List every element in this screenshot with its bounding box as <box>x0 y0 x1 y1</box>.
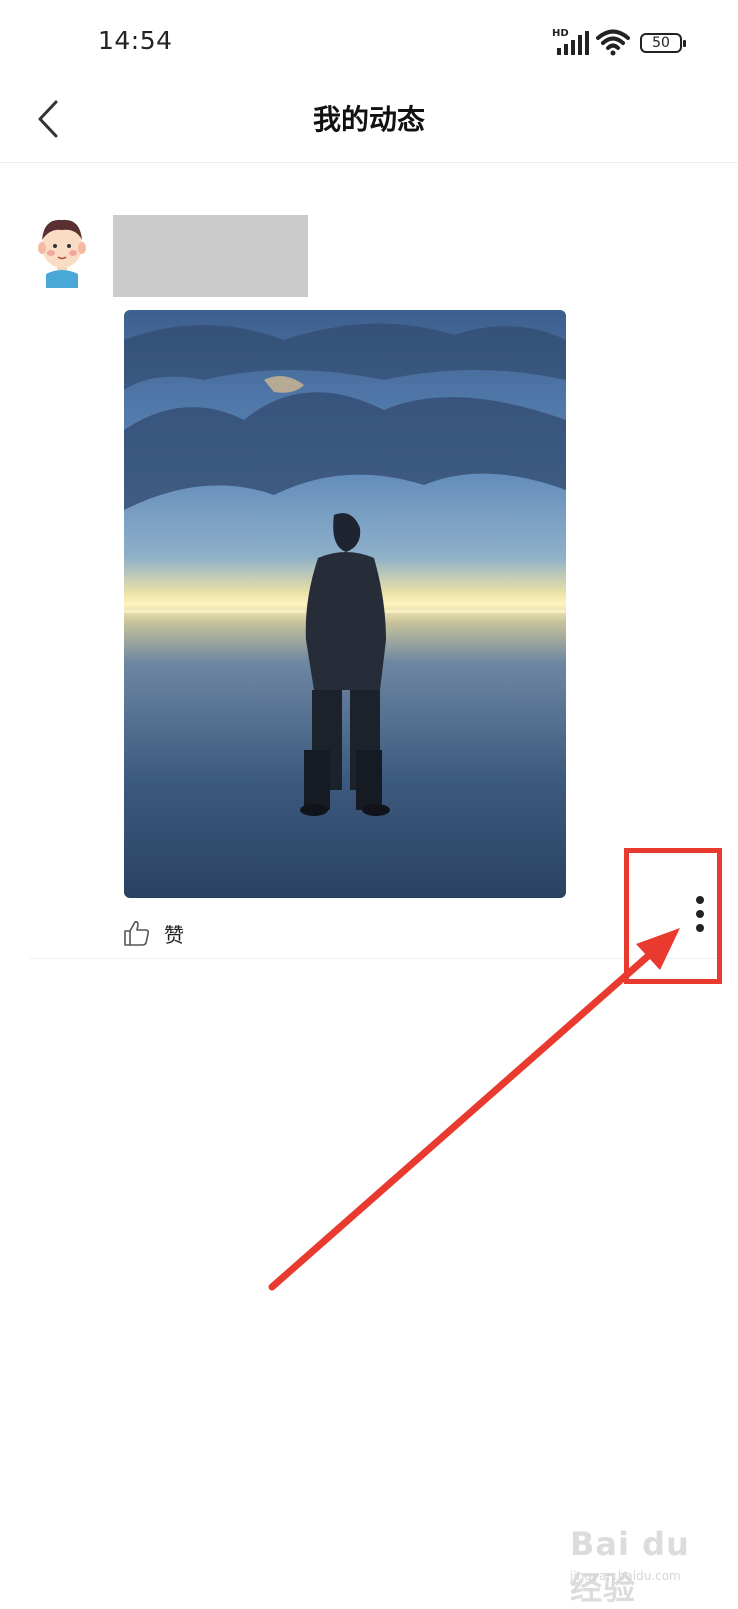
thumbs-up-icon <box>124 921 150 946</box>
like-label: 赞 <box>164 922 184 947</box>
username-redacted <box>113 215 308 297</box>
post-card: 赞 <box>0 190 738 960</box>
highlight-box <box>624 848 722 984</box>
signal-icon <box>557 31 589 55</box>
watermark: Bai du 经验 jingyan.baidu.com <box>570 1525 730 1607</box>
post-photo[interactable] <box>124 310 566 898</box>
watermark-logo: Bai du 经验 <box>570 1525 690 1607</box>
avatar[interactable] <box>30 208 94 288</box>
page-title: 我的动态 <box>312 103 425 136</box>
status-time: 14:54 <box>98 26 173 55</box>
like-button[interactable]: 赞 <box>122 915 184 951</box>
battery-icon: 50 <box>640 33 686 53</box>
nav-bar: 我的动态 <box>0 80 738 163</box>
wifi-icon <box>596 29 630 56</box>
watermark-url: jingyan.baidu.com <box>570 1569 681 1583</box>
status-bar: 14:54 HD 50 <box>0 0 738 80</box>
divider <box>30 958 720 959</box>
